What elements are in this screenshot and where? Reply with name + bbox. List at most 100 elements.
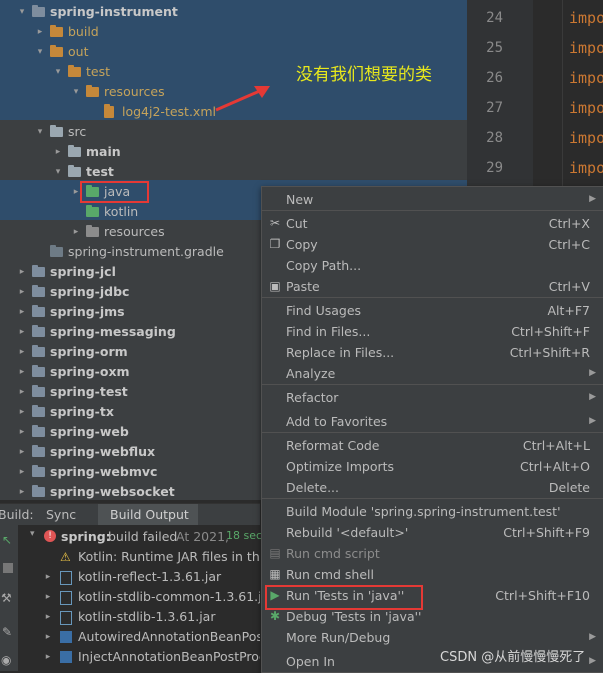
pin-icon[interactable]: ✎ — [2, 625, 12, 639]
menu-item-new[interactable]: New ▶ — [262, 189, 603, 210]
tree-item[interactable]: ▾ test — [0, 162, 467, 182]
tree-item[interactable]: ▾ src — [0, 122, 467, 142]
code-line[interactable]: impo — [569, 123, 603, 153]
menu-item-delete[interactable]: Delete... Delete — [262, 477, 603, 498]
build-output-row[interactable]: ▸kotlin-stdlib-common-1.3.61.jar~\. — [44, 587, 260, 607]
chevron-right-icon[interactable]: ▸ — [16, 302, 28, 322]
chevron-right-icon[interactable]: ▸ — [16, 342, 28, 362]
tree-item-label: spring-test — [50, 384, 128, 399]
chevron-right-icon[interactable]: ▸ — [44, 587, 54, 607]
build-output-row[interactable]: ▸kotlin-reflect-1.3.61.jar~\.gradl — [44, 567, 260, 587]
menu-item-label: Analyze — [286, 366, 336, 381]
menu-item-label: Open In — [286, 654, 335, 669]
menu-item-analyze[interactable]: Analyze ▶ — [262, 363, 603, 384]
tab-build-output[interactable]: Build Output — [110, 507, 189, 522]
tree-item-label: spring-instrument.gradle — [68, 244, 224, 259]
line-number: 27 — [486, 100, 503, 116]
menu-item-shortcut: Ctrl+Alt+O — [520, 459, 590, 474]
cut-icon: ✂ — [269, 216, 281, 230]
menu-item-run-cmd-shell[interactable]: ▦ Run cmd shell — [262, 564, 603, 585]
tree-item[interactable]: ▸ build — [0, 22, 467, 42]
chevron-down-icon[interactable]: ▾ — [34, 42, 46, 62]
code-line[interactable]: impo — [569, 33, 603, 63]
eye-icon[interactable]: ◉ — [1, 653, 11, 667]
tree-item[interactable]: ▾ spring-instrument — [0, 2, 467, 22]
chevron-right-icon[interactable]: ▸ — [16, 422, 28, 442]
chevron-right-icon[interactable]: ▸ — [16, 462, 28, 482]
menu-item-build-module-spring-spring-instrument-test[interactable]: Build Module 'spring.spring-instrument.t… — [262, 501, 603, 522]
chevron-down-icon[interactable]: ▾ — [52, 62, 64, 82]
rerun-icon[interactable]: ↖ — [2, 533, 12, 547]
java-icon — [60, 651, 72, 663]
menu-item-refactor[interactable]: Refactor ▶ — [262, 387, 603, 408]
folder-orange-icon — [68, 65, 81, 77]
shell-icon: ▦ — [269, 567, 281, 581]
menu-item-rebuild-default[interactable]: Rebuild '<default>' Ctrl+Shift+F9 — [262, 522, 603, 543]
menu-item-cut[interactable]: ✂ Cut Ctrl+X — [262, 213, 603, 234]
build-output-row[interactable]: ▸ InjectAnnotationBeanPostProce — [44, 647, 260, 667]
chevron-right-icon[interactable]: ▸ — [16, 442, 28, 462]
code-line[interactable]: impo — [569, 63, 603, 93]
build-output-row[interactable]: ▸ AutowiredAnnotationBeanPostP — [44, 627, 260, 647]
chevron-down-icon[interactable]: ▾ — [52, 162, 64, 182]
chevron-down-icon[interactable]: ▾ — [70, 82, 82, 102]
menu-item-reformat-code[interactable]: Reformat Code Ctrl+Alt+L — [262, 435, 603, 456]
chevron-right-icon[interactable]: ▸ — [70, 222, 82, 242]
chevron-right-icon[interactable]: ▸ — [16, 402, 28, 422]
menu-item-find-in-files[interactable]: Find in Files... Ctrl+Shift+F — [262, 321, 603, 342]
menu-item-more-run-debug[interactable]: More Run/Debug ▶ — [262, 627, 603, 648]
code-line[interactable]: impo — [569, 93, 603, 123]
chevron-right-icon[interactable]: ▸ — [52, 142, 64, 162]
chevron-down-icon[interactable]: ▾ — [34, 122, 46, 142]
script-icon: ▤ — [269, 546, 281, 560]
menu-item-paste[interactable]: ▣ Paste Ctrl+V — [262, 276, 603, 297]
chevron-right-icon[interactable]: ▸ — [34, 22, 46, 42]
tree-item[interactable]: ▸ main — [0, 142, 467, 162]
menu-item-label: Paste — [286, 279, 320, 294]
file-xml-icon — [104, 104, 114, 118]
code-line[interactable]: impo — [569, 3, 603, 33]
stop-icon[interactable] — [3, 563, 13, 573]
folder-module-icon — [32, 265, 45, 277]
chevron-right-icon[interactable]: ▸ — [44, 627, 54, 647]
chevron-right-icon[interactable]: ▸ — [44, 567, 54, 587]
java-highlight-box — [80, 181, 149, 203]
chevron-right-icon[interactable]: ▸ — [16, 262, 28, 282]
menu-item-optimize-imports[interactable]: Optimize Imports Ctrl+Alt+O — [262, 456, 603, 477]
debug-icon: ✱ — [269, 609, 281, 623]
tree-item[interactable]: ▾ out — [0, 42, 467, 62]
tree-item-label: test — [86, 164, 114, 179]
chevron-right-icon[interactable]: ▸ — [16, 322, 28, 342]
menu-item-label: New — [286, 192, 314, 207]
chevron-right-icon[interactable]: ▸ — [44, 607, 54, 627]
wrench-icon[interactable]: ⚒ — [1, 591, 12, 605]
menu-item-copy[interactable]: ❐ Copy Ctrl+C — [262, 234, 603, 255]
tab-sync[interactable]: Sync — [46, 507, 76, 522]
build-status-time: 18 sec, — [226, 529, 266, 542]
menu-item-add-to-favorites[interactable]: Add to Favorites ▶ — [262, 411, 603, 432]
tree-item-label: spring-orm — [50, 344, 128, 359]
menu-item-shortcut: Ctrl+X — [548, 216, 590, 231]
build-output-text: kotlin-stdlib-1.3.61.jar — [78, 609, 216, 624]
folder-gray-icon — [68, 145, 81, 157]
chevron-right-icon[interactable]: ▸ — [16, 282, 28, 302]
menu-separator — [262, 210, 603, 211]
build-status-text: build failed — [108, 529, 178, 544]
build-output-row[interactable]: ▸ kotlin-stdlib-1.3.61.jar ~\.gradle — [44, 607, 260, 627]
menu-item-label: Run cmd script — [286, 546, 380, 561]
chevron-right-icon[interactable]: ▸ — [44, 647, 54, 667]
build-output-row[interactable]: ⚠ Kotlin: Runtime JAR files in the c — [44, 547, 260, 567]
tree-item-label: main — [86, 144, 121, 159]
menu-item-copy-path[interactable]: Copy Path... — [262, 255, 603, 276]
menu-item-replace-in-files[interactable]: Replace in Files... Ctrl+Shift+R — [262, 342, 603, 363]
code-line[interactable]: impo — [569, 153, 603, 183]
chevron-right-icon[interactable]: ▸ — [16, 482, 28, 500]
menu-item-find-usages[interactable]: Find Usages Alt+F7 — [262, 300, 603, 321]
chevron-right-icon[interactable]: ▸ — [16, 362, 28, 382]
chevron-down-icon[interactable]: ▾ — [16, 2, 28, 22]
menu-item-run-cmd-script[interactable]: ▤ Run cmd script — [262, 543, 603, 564]
build-output-text: AutowiredAnnotationBeanPostP — [78, 629, 260, 644]
folder-module-icon — [32, 485, 45, 497]
menu-item-label: Find Usages — [286, 303, 362, 318]
chevron-right-icon[interactable]: ▸ — [16, 382, 28, 402]
